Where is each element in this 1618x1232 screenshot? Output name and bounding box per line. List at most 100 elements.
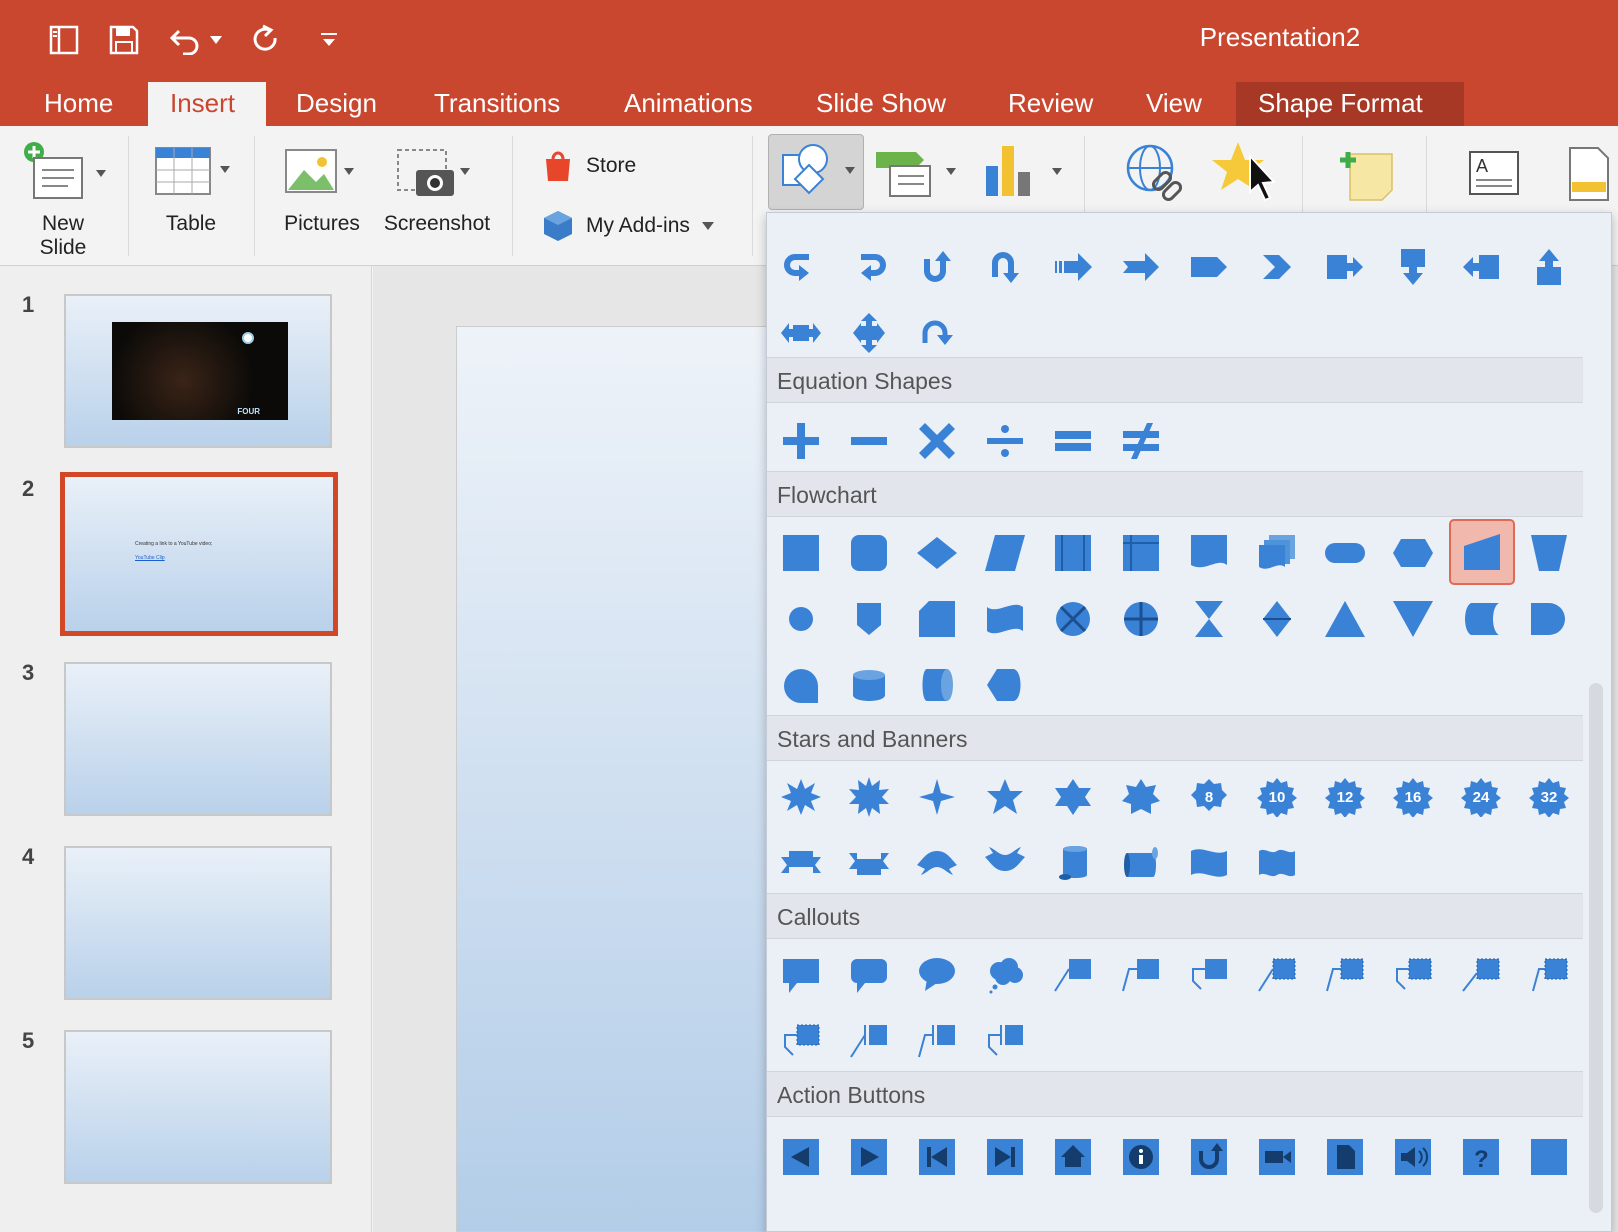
flowchart-delay-icon[interactable] [1519,589,1579,649]
line-callout-1-icon[interactable] [1043,945,1103,1005]
flowchart-predefined-process-icon[interactable] [1043,523,1103,583]
star-6-point-icon[interactable] [1043,767,1103,827]
flowchart-magnetic-disk-icon[interactable] [839,655,899,715]
tab-home[interactable]: Home [22,82,135,126]
slide-thumbnail-4[interactable] [64,846,332,1000]
line-callout-3-border-icon[interactable] [771,1011,831,1071]
flowchart-extract-icon[interactable] [1315,589,1375,649]
action-button-information-icon[interactable] [1111,1127,1171,1187]
chart-button[interactable] [984,142,1064,202]
slide-thumbnail-5[interactable] [64,1030,332,1184]
flowchart-sort-icon[interactable] [1247,589,1307,649]
rounded-rectangular-callout-icon[interactable] [839,945,899,1005]
smartart-button[interactable] [874,146,958,202]
flowchart-sequential-access-storage-icon[interactable] [771,655,831,715]
line-callout-2-accent-icon[interactable] [1315,945,1375,1005]
curved-ribbon-down-icon[interactable] [975,833,1035,893]
flowchart-off-page-connector-icon[interactable] [839,589,899,649]
action-button-movie-icon[interactable] [1247,1127,1307,1187]
gallery-scrollbar[interactable] [1589,683,1603,1213]
action-button-sound-icon[interactable] [1383,1127,1443,1187]
not-equal-icon[interactable] [1111,411,1171,471]
star-16-point-icon[interactable]: 16 [1383,767,1443,827]
table-button[interactable] [152,144,238,204]
flowchart-manual-input-icon[interactable] [1449,519,1515,585]
double-wave-icon[interactable] [1247,833,1307,893]
star-7-point-icon[interactable] [1111,767,1171,827]
tab-animations[interactable]: Animations [602,82,775,126]
cloud-callout-icon[interactable] [975,945,1035,1005]
flowchart-merge-icon[interactable] [1383,589,1443,649]
curved-ribbon-up-icon[interactable] [907,833,967,893]
customize-toolbar-icon[interactable] [314,20,344,60]
flowchart-alternate-process-icon[interactable] [839,523,899,583]
arrow-u-turn-down-icon[interactable] [975,237,1035,297]
hyperlink-button[interactable] [1122,142,1186,206]
wave-icon[interactable] [1179,833,1239,893]
line-callout-2-icon[interactable] [1111,945,1171,1005]
tab-review[interactable]: Review [986,82,1115,126]
flowchart-terminator-icon[interactable] [1315,523,1375,583]
minus-icon[interactable] [839,411,899,471]
arrow-circular-right-icon[interactable] [771,237,831,297]
action-button-end-icon[interactable] [975,1127,1035,1187]
save-icon[interactable] [104,20,144,60]
store-button[interactable]: Store [542,148,702,184]
flowchart-connector-icon[interactable] [771,589,831,649]
star-10-point-icon[interactable]: 10 [1247,767,1307,827]
flowchart-collate-icon[interactable] [1179,589,1239,649]
equal-icon[interactable] [1043,411,1103,471]
pentagon-arrow-icon[interactable] [1179,237,1239,297]
flowchart-multidocument-icon[interactable] [1247,523,1307,583]
arrow-circular-icon[interactable] [907,303,967,363]
flowchart-display-icon[interactable] [975,655,1035,715]
flowchart-direct-access-storage-icon[interactable] [907,655,967,715]
action-button-return-icon[interactable] [1179,1127,1239,1187]
explosion-1-icon[interactable] [771,767,831,827]
line-callout-3-icon[interactable] [1179,945,1239,1005]
ribbon-down-icon[interactable] [839,833,899,893]
header-footer-button[interactable] [1564,144,1614,204]
flowchart-process-icon[interactable] [771,523,831,583]
arrow-circular-left-icon[interactable] [839,237,899,297]
callout-quad-arrow-icon[interactable] [839,303,899,363]
chevron-arrow-icon[interactable] [1247,237,1307,297]
flowchart-stored-data-icon[interactable] [1451,589,1511,649]
shapes-button[interactable] [768,134,864,210]
tab-insert[interactable]: Insert [148,82,266,126]
star-4-point-icon[interactable] [907,767,967,827]
action-button-document-icon[interactable] [1315,1127,1375,1187]
pictures-button[interactable] [282,146,362,206]
slide-thumbnail-3[interactable] [64,662,332,816]
line-callout-1-no-border-icon[interactable] [839,1011,899,1071]
arrow-notched-right-icon[interactable] [1111,237,1171,297]
slide-thumbnail-1[interactable]: FOUR [64,294,332,448]
callout-down-arrow-icon[interactable] [1383,237,1443,297]
star-8-point-icon[interactable]: 8 [1179,767,1239,827]
flowchart-document-icon[interactable] [1179,523,1239,583]
arrow-u-turn-up-icon[interactable] [907,237,967,297]
star-5-point-icon[interactable] [975,767,1035,827]
star-24-point-icon[interactable]: 24 [1451,767,1511,827]
multiply-icon[interactable] [907,411,967,471]
arrow-striped-right-icon[interactable] [1043,237,1103,297]
tab-design[interactable]: Design [274,82,399,126]
rectangular-callout-icon[interactable] [771,945,831,1005]
screenshot-button[interactable] [394,146,478,206]
explosion-2-icon[interactable] [839,767,899,827]
tab-view[interactable]: View [1124,82,1224,126]
sidebar-toggle-icon[interactable] [44,20,84,60]
tab-shape-format[interactable]: Shape Format [1236,82,1464,126]
action-button-help-icon[interactable]: ? [1451,1127,1511,1187]
line-callout-3-no-border-icon[interactable] [975,1011,1035,1071]
star-32-point-icon[interactable]: 32 [1519,767,1579,827]
plus-icon[interactable] [771,411,831,471]
flowchart-manual-operation-icon[interactable] [1519,523,1579,583]
flowchart-or-icon[interactable] [1111,589,1171,649]
text-box-button[interactable]: A [1464,144,1524,204]
action-button-beginning-icon[interactable] [907,1127,967,1187]
divide-icon[interactable] [975,411,1035,471]
callout-left-arrow-icon[interactable] [1451,237,1511,297]
oval-callout-icon[interactable] [907,945,967,1005]
action-button-back-icon[interactable] [771,1127,831,1187]
